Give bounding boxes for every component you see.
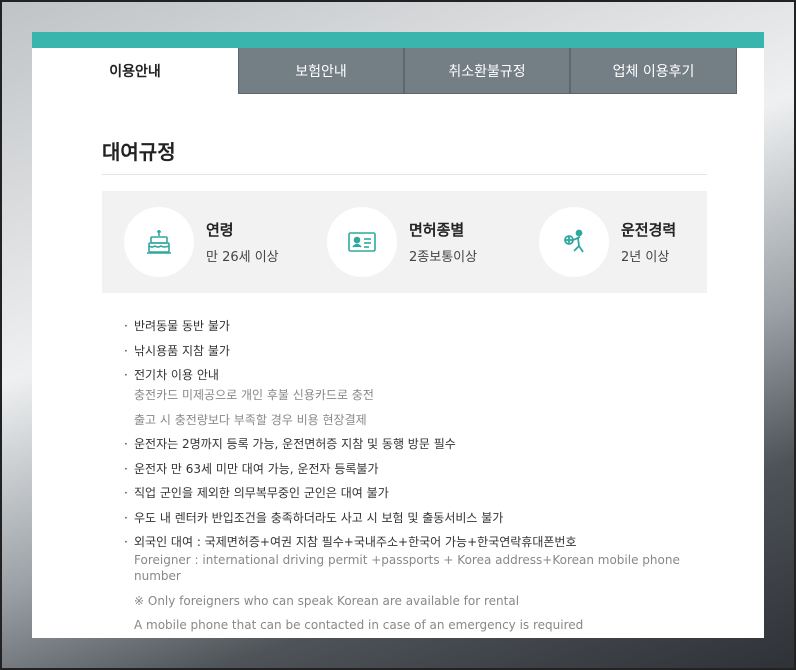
age-value: 만 26세 이상 bbox=[206, 250, 279, 265]
tab-usage-guide[interactable]: 이용안내 bbox=[32, 48, 238, 94]
license-requirement: 면허종별 2종보통이상 bbox=[327, 201, 477, 283]
rule-age-limit: 운전자 만 63세 미만 대여 가능, 운전자 등록불가 bbox=[124, 461, 724, 477]
rental-info-panel: 이용안내 보험안내 취소환불규정 업체 이용후기 대여규정 연령 만 26세 이… bbox=[32, 32, 764, 638]
license-label: 면허종별 bbox=[409, 221, 465, 239]
rule-ev-sub-2: 출고 시 충전량보다 부족할 경우 비용 현장결제 bbox=[134, 412, 367, 427]
rental-requirements-box: 연령 만 26세 이상 면허종별 2종보통이상 운전경력 2년 이상 bbox=[102, 191, 707, 293]
tab-reviews[interactable]: 업체 이용후기 bbox=[570, 48, 737, 94]
cake-icon bbox=[124, 207, 194, 277]
career-value: 2년 이상 bbox=[621, 250, 670, 265]
section-title: 대여규정 bbox=[102, 140, 176, 164]
rule-drivers: 운전자는 2명까지 등록 가능, 운전면허증 지참 및 동행 방문 필수 bbox=[124, 436, 724, 452]
rule-pets: 반려동물 동반 불가 bbox=[124, 318, 724, 334]
age-requirement: 연령 만 26세 이상 bbox=[124, 201, 279, 283]
license-value: 2종보통이상 bbox=[409, 250, 478, 265]
id-card-icon bbox=[327, 207, 397, 277]
tab-bar: 이용안내 보험안내 취소환불규정 업체 이용후기 bbox=[32, 48, 737, 94]
career-label: 운전경력 bbox=[621, 221, 677, 239]
career-requirement: 운전경력 2년 이상 bbox=[539, 201, 676, 283]
rule-foreigner-sub-2: ※ Only foreigners who can speak Korean a… bbox=[134, 593, 520, 608]
age-label: 연령 bbox=[206, 221, 234, 239]
tab-cancellation-policy[interactable]: 취소환불규정 bbox=[404, 48, 570, 94]
tab-insurance[interactable]: 보험안내 bbox=[238, 48, 404, 94]
rule-udo: 우도 내 렌터카 반입조건을 충족하더라도 사고 시 보험 및 출동서비스 불가 bbox=[124, 510, 724, 526]
rule-military: 직업 군인을 제외한 의무복무중인 군인은 대여 불가 bbox=[124, 485, 724, 501]
divider bbox=[102, 174, 707, 175]
rule-foreigner-sub-1: Foreigner : international driving permit… bbox=[134, 553, 680, 583]
rule-foreigner-sub-3: A mobile phone that can be contacted in … bbox=[134, 618, 584, 632]
rule-ev-sub-1: 충전카드 미제공으로 개인 후불 신용카드로 충전 bbox=[134, 388, 374, 402]
rule-fishing: 낚시용품 지참 불가 bbox=[124, 343, 724, 359]
rule-ev-guide: 전기차 이용 안내 bbox=[124, 367, 724, 383]
rental-rules-list: 반려동물 동반 불가 낚시용품 지참 불가 전기차 이용 안내 충전카드 미제공… bbox=[124, 318, 724, 642]
rule-foreigner: 외국인 대여 : 국제면허증+여권 지참 필수+국내주소+한국어 가능+한국연락… bbox=[124, 534, 724, 550]
driver-icon bbox=[539, 207, 609, 277]
accent-bar bbox=[32, 32, 764, 48]
